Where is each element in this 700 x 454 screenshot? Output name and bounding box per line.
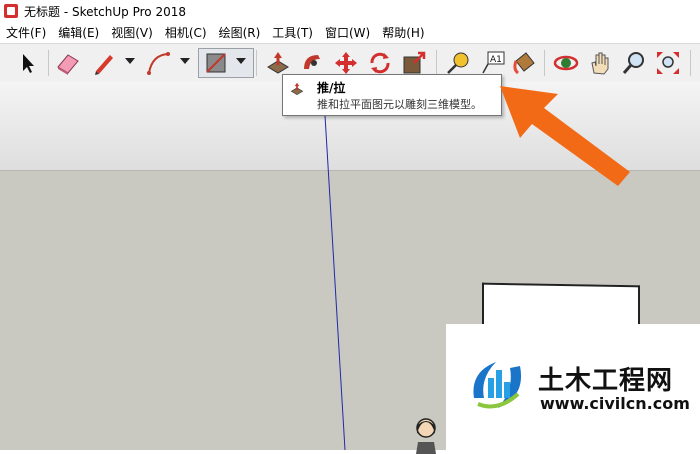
arc-tool-button[interactable] — [144, 49, 172, 77]
menu-view[interactable]: 视图(V) — [105, 24, 159, 41]
follow-me-icon — [304, 55, 320, 69]
zoom-icon — [622, 52, 644, 74]
push-pull-tool-button[interactable] — [264, 49, 292, 77]
tooltip-description: 推和拉平面图元以雕刻三维模型。 — [317, 98, 482, 111]
toolbar-separator — [48, 50, 49, 76]
pencil-icon — [95, 55, 113, 75]
rectangle-icon — [206, 53, 226, 73]
menu-draw[interactable]: 绘图(R) — [213, 24, 267, 41]
menu-edit[interactable]: 编辑(E) — [52, 24, 105, 41]
title-bar: 无标题 - SketchUp Pro 2018 — [0, 0, 700, 22]
pencil-dropdown-icon[interactable] — [125, 58, 135, 64]
civilcn-logo-icon — [473, 362, 522, 409]
menu-help[interactable]: 帮助(H) — [376, 24, 430, 41]
select-icon — [23, 54, 34, 73]
orbit-icon — [553, 55, 579, 71]
follow-me-tool-button[interactable] — [298, 49, 326, 77]
sketchup-app-icon — [4, 4, 18, 18]
move-icon — [335, 52, 357, 74]
tape-measure-tool-button[interactable] — [444, 49, 472, 77]
menu-file[interactable]: 文件(F) — [0, 24, 52, 41]
pan-tool-button[interactable] — [586, 49, 614, 77]
orbit-tool-button[interactable] — [552, 49, 580, 77]
toolbar-separator — [544, 50, 545, 76]
menu-bar: 文件(F) 编辑(E) 视图(V) 相机(C) 绘图(R) 工具(T) 窗口(W… — [0, 22, 700, 42]
toolbar-separator — [690, 50, 691, 76]
scale-tool-button[interactable] — [400, 49, 428, 77]
toolbar-separator — [256, 50, 257, 76]
blue-axis-line — [322, 82, 346, 450]
toolbar-separator — [436, 50, 437, 76]
window-title: 无标题 - SketchUp Pro 2018 — [24, 4, 186, 19]
push-pull-icon — [290, 82, 304, 96]
rectangle-dropdown-icon[interactable] — [236, 58, 246, 64]
rotate-icon — [370, 52, 390, 74]
text-tool-button[interactable]: A1 — [478, 49, 506, 77]
push-pull-icon — [267, 52, 289, 74]
annotation-arrow — [500, 86, 630, 186]
select-tool-button[interactable] — [14, 49, 42, 77]
zoom-extents-icon — [657, 52, 679, 74]
scale-figure-icon[interactable] — [408, 414, 444, 454]
watermark-url: www.civilcn.com — [540, 394, 690, 413]
zoom-tool-button[interactable] — [620, 49, 648, 77]
move-tool-button[interactable] — [332, 49, 360, 77]
scale-icon — [403, 51, 426, 74]
tape-measure-icon — [447, 52, 469, 74]
rotate-tool-button[interactable] — [366, 49, 394, 77]
menu-tools[interactable]: 工具(T) — [266, 24, 319, 41]
site-watermark: 土木工程网 www.civilcn.com — [446, 324, 700, 450]
text-icon: A1 — [482, 51, 505, 74]
menu-window[interactable]: 窗口(W) — [319, 24, 376, 41]
arc-dropdown-icon[interactable] — [180, 58, 190, 64]
menu-camera[interactable]: 相机(C) — [159, 24, 213, 41]
push-pull-tooltip: 推/拉 推和拉平面图元以雕刻三维模型。 — [282, 74, 502, 116]
eraser-tool-button[interactable] — [54, 49, 82, 77]
pencil-tool-button[interactable] — [90, 49, 118, 77]
arc-icon — [147, 52, 170, 75]
tooltip-title: 推/拉 — [317, 81, 346, 95]
zoom-extents-tool-button[interactable] — [654, 49, 682, 77]
svg-text:A1: A1 — [490, 55, 502, 65]
rectangle-tool-button[interactable] — [202, 49, 230, 77]
pan-icon — [591, 52, 609, 75]
paint-bucket-icon — [513, 52, 535, 75]
paint-bucket-tool-button[interactable] — [510, 49, 538, 77]
watermark-brand: 土木工程网 — [538, 366, 674, 396]
eraser-icon — [57, 54, 79, 75]
